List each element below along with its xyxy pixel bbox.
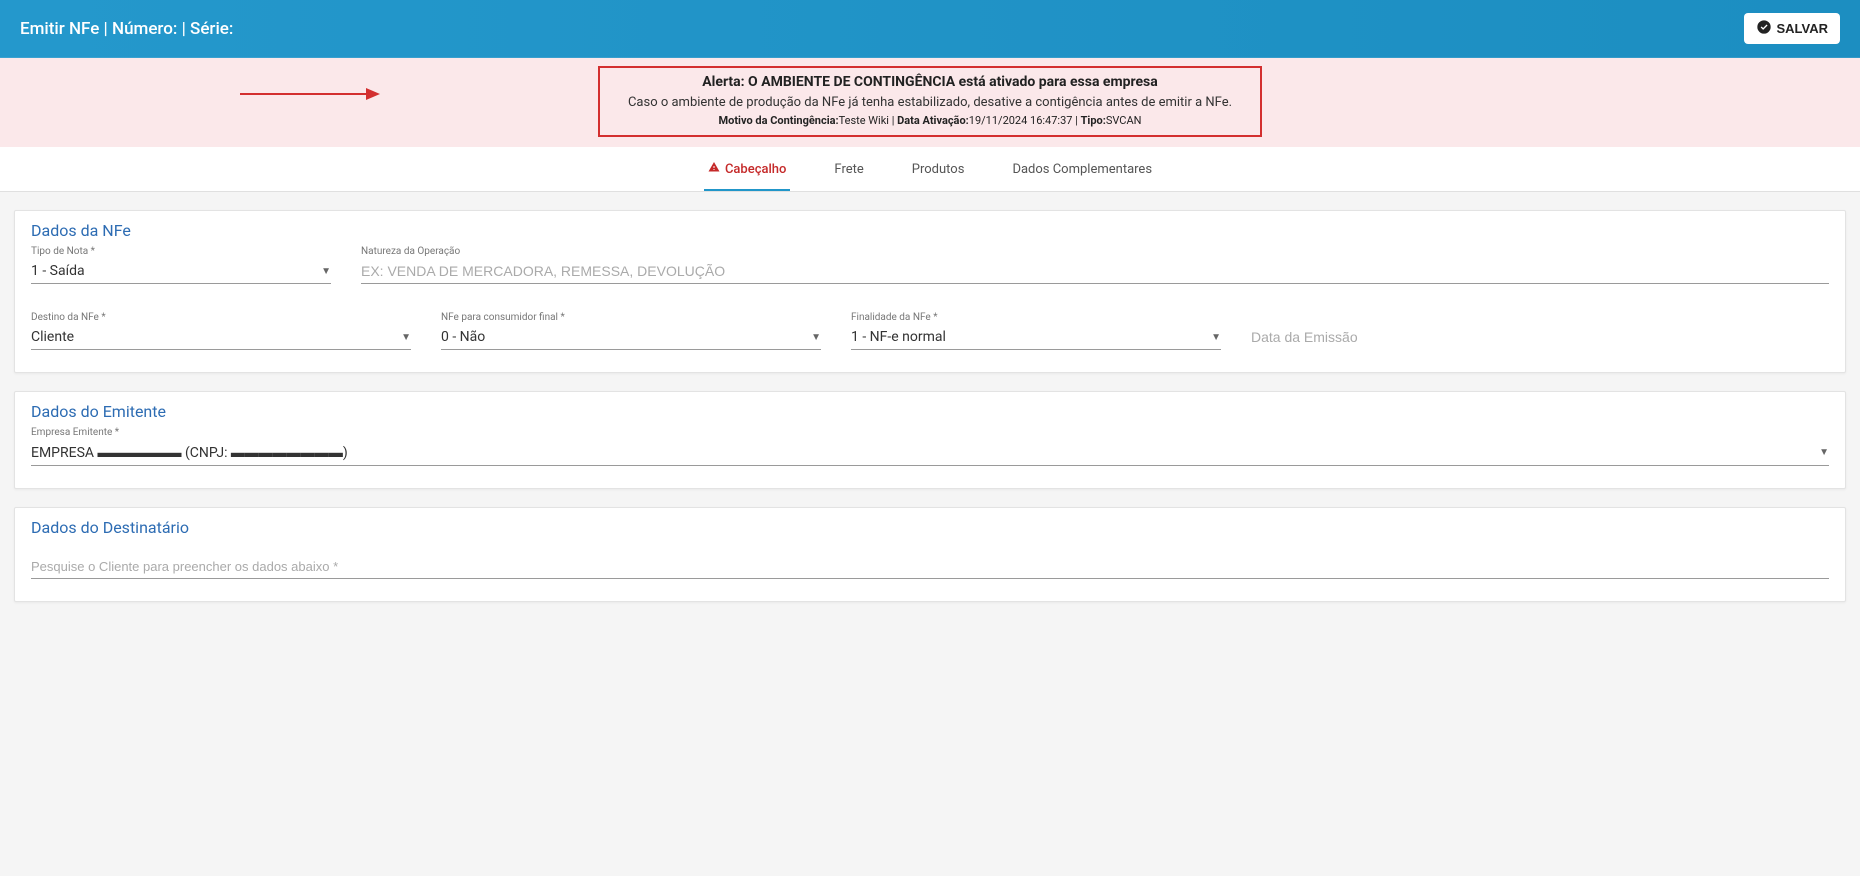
field-natureza: Natureza da Operação <box>361 246 1829 284</box>
tab-frete[interactable]: Frete <box>830 147 867 191</box>
page-title: Emitir NFe | Número: | Série: <box>20 19 233 39</box>
card-title: Dados da NFe <box>31 221 1829 240</box>
field-destino: Destino da NFe * Cliente ▼ <box>31 312 411 350</box>
chevron-down-icon: ▼ <box>811 332 821 343</box>
field-label: Finalidade da NFe * <box>851 312 1221 323</box>
field-label: NFe para consumidor final * <box>441 312 821 323</box>
alert-subtitle: Caso o ambiente de produção da NFe já te… <box>628 93 1232 113</box>
field-empresa-emitente: Empresa Emitente * EMPRESA ▬▬▬▬▬▬ (CNPJ:… <box>31 427 1829 466</box>
field-cliente-search <box>31 555 1829 579</box>
page-content: Dados da NFe Tipo de Nota * 1 - Saída ▼ … <box>0 192 1860 650</box>
field-tipo-nota: Tipo de Nota * 1 - Saída ▼ <box>31 246 331 284</box>
chevron-down-icon: ▼ <box>321 266 331 277</box>
field-label: Tipo de Nota * <box>31 246 331 257</box>
alert-banner: Alerta: O AMBIENTE DE CONTINGÊNCIA está … <box>0 58 1860 147</box>
field-label: Destino da NFe * <box>31 312 411 323</box>
tab-produtos[interactable]: Produtos <box>908 147 969 191</box>
field-finalidade: Finalidade da NFe * 1 - NF-e normal ▼ <box>851 312 1221 350</box>
select-empresa-emitente[interactable]: EMPRESA ▬▬▬▬▬▬ (CNPJ: ▬▬▬▬▬▬▬▬) ▼ <box>31 440 1829 466</box>
tab-label: Frete <box>834 162 863 177</box>
alert-data-value: 19/11/2024 16:47:37 <box>969 114 1073 127</box>
select-consumidor-final[interactable]: 0 - Não ▼ <box>441 325 821 350</box>
field-label <box>1251 312 1511 323</box>
card-title: Dados do Destinatário <box>31 518 1829 537</box>
alert-motivo-value: Teste Wiki <box>839 114 889 127</box>
select-value: 0 - Não <box>441 329 485 345</box>
save-button-label: SALVAR <box>1776 21 1828 36</box>
card-dados-destinatario: Dados do Destinatário <box>14 507 1846 602</box>
alert-tipo-label: Tipo: <box>1081 114 1106 127</box>
field-label: Empresa Emitente * <box>31 427 1829 438</box>
field-data-emissao <box>1251 312 1511 350</box>
alert-data-label: Data Ativação: <box>897 114 969 127</box>
alert-meta: Motivo da Contingência:Teste Wiki | Data… <box>628 113 1232 130</box>
select-destino[interactable]: Cliente ▼ <box>31 325 411 350</box>
select-value: 1 - NF-e normal <box>851 329 946 345</box>
select-finalidade[interactable]: 1 - NF-e normal ▼ <box>851 325 1221 350</box>
alert-tipo-value: SVCAN <box>1106 114 1142 127</box>
select-value: EMPRESA ▬▬▬▬▬▬ (CNPJ: ▬▬▬▬▬▬▬▬) <box>31 444 348 461</box>
alert-motivo-label: Motivo da Contingência: <box>718 114 838 127</box>
chevron-down-icon: ▼ <box>401 332 411 343</box>
card-dados-nfe: Dados da NFe Tipo de Nota * 1 - Saída ▼ … <box>14 210 1846 373</box>
warning-icon <box>708 161 720 177</box>
field-consumidor-final: NFe para consumidor final * 0 - Não ▼ <box>441 312 821 350</box>
chevron-down-icon: ▼ <box>1819 447 1829 458</box>
arrow-annotation <box>240 82 380 106</box>
select-value: 1 - Saída <box>31 263 85 279</box>
tab-label: Dados Complementares <box>1012 162 1152 177</box>
select-value: Cliente <box>31 329 74 345</box>
input-data-emissao[interactable] <box>1251 325 1511 349</box>
chevron-down-icon: ▼ <box>1211 332 1221 343</box>
alert-box: Alerta: O AMBIENTE DE CONTINGÊNCIA está … <box>598 66 1262 137</box>
card-title: Dados do Emitente <box>31 402 1829 421</box>
check-circle-icon <box>1756 19 1772 38</box>
save-button[interactable]: SALVAR <box>1744 13 1840 44</box>
input-cliente-search[interactable] <box>31 555 1829 579</box>
alert-title: Alerta: O AMBIENTE DE CONTINGÊNCIA está … <box>628 72 1232 93</box>
card-dados-emitente: Dados do Emitente Empresa Emitente * EMP… <box>14 391 1846 489</box>
tab-dados-complementares[interactable]: Dados Complementares <box>1008 147 1156 191</box>
header: Emitir NFe | Número: | Série: SALVAR <box>0 0 1860 58</box>
field-label: Natureza da Operação <box>361 246 1829 257</box>
tab-cabecalho[interactable]: Cabeçalho <box>704 147 790 191</box>
tab-label: Cabeçalho <box>725 162 786 177</box>
input-natureza[interactable] <box>361 259 1829 284</box>
tab-row: Cabeçalho Frete Produtos Dados Complemen… <box>0 147 1860 192</box>
tab-label: Produtos <box>912 162 965 177</box>
select-tipo-nota[interactable]: 1 - Saída ▼ <box>31 259 331 284</box>
